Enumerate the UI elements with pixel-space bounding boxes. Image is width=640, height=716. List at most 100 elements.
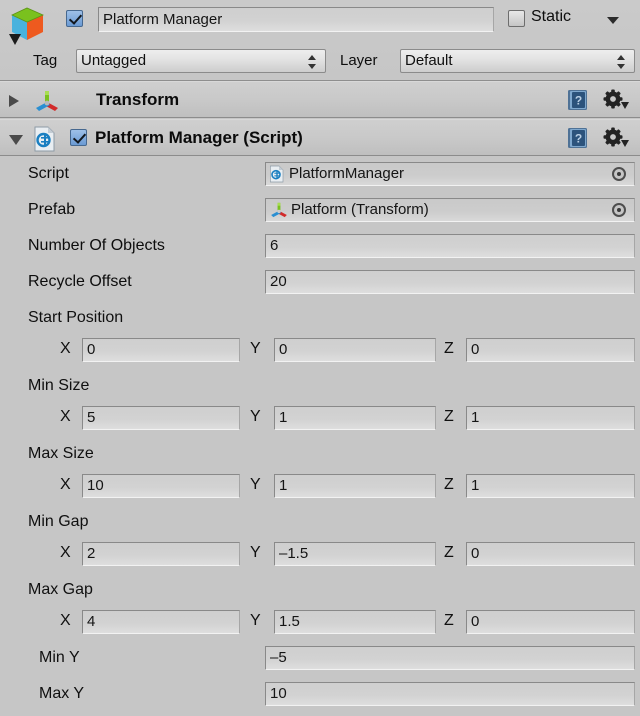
min-y-value: –5 <box>270 649 287 666</box>
updown-arrows-icon <box>308 54 317 70</box>
start-position-label: Start Position <box>28 309 124 326</box>
start-position-x-input[interactable]: 0 <box>82 338 240 362</box>
tag-dropdown[interactable]: Untagged <box>76 49 326 73</box>
static-dropdown-arrow-icon[interactable] <box>607 17 619 24</box>
axis-y-label: Y <box>250 612 261 629</box>
script-value: PlatformManager <box>289 165 405 182</box>
axis-y-label: Y <box>250 544 261 561</box>
axis-x-label: X <box>60 612 71 629</box>
component-header-platform-manager[interactable]: Platform Manager (Script) ? <box>0 119 640 156</box>
max-y-label: Max Y <box>39 685 85 702</box>
max-gap-x-input[interactable]: 4 <box>82 610 240 634</box>
layer-value: Default <box>405 52 453 69</box>
axis-y-label: Y <box>250 476 261 493</box>
value: 2 <box>87 545 96 562</box>
min-size-x-input[interactable]: 5 <box>82 406 240 430</box>
max-size-y-input[interactable]: 1 <box>274 474 436 498</box>
number-of-objects-input[interactable]: 6 <box>265 234 635 258</box>
start-position-y-input[interactable]: 0 <box>274 338 436 362</box>
min-y-label: Min Y <box>39 649 80 666</box>
updown-arrows-icon <box>617 54 626 70</box>
component-title: Transform <box>96 90 180 109</box>
gameobject-header: Platform Manager Static Tag Untagged Lay… <box>0 0 640 81</box>
transform-axis-icon <box>33 89 61 113</box>
min-size-y-input[interactable]: 1 <box>274 406 436 430</box>
min-gap-y-input[interactable]: –1.5 <box>274 542 436 566</box>
csharp-script-icon <box>269 165 285 183</box>
number-of-objects-label: Number Of Objects <box>28 237 165 254</box>
max-y-input[interactable]: 10 <box>265 682 635 706</box>
script-object-field[interactable]: PlatformManager <box>265 162 635 186</box>
layer-dropdown[interactable]: Default <box>400 49 635 73</box>
max-gap-label: Max Gap <box>28 581 93 598</box>
prefab-label: Prefab <box>28 201 76 218</box>
static-checkbox[interactable] <box>508 10 525 31</box>
recycle-offset-value: 20 <box>270 273 287 290</box>
axis-z-label: Z <box>444 340 454 357</box>
axis-x-label: X <box>60 476 71 493</box>
axis-z-label: Z <box>444 612 454 629</box>
checkbox-box <box>66 10 83 27</box>
component-title: Platform Manager (Script) <box>95 128 303 147</box>
help-book-icon[interactable]: ? <box>566 88 590 112</box>
value: 10 <box>87 477 104 494</box>
axis-x-label: X <box>60 340 71 357</box>
value: 1 <box>471 477 480 494</box>
transform-axis-icon <box>269 201 289 219</box>
static-label: Static <box>531 8 572 25</box>
gameobject-cube-icon[interactable] <box>6 4 50 48</box>
value: 1.5 <box>279 613 300 630</box>
value: 0 <box>471 341 480 358</box>
tag-value: Untagged <box>81 52 147 69</box>
component-enabled-checkbox[interactable] <box>70 129 87 150</box>
axis-y-label: Y <box>250 408 261 425</box>
gear-icon[interactable] <box>602 127 630 151</box>
value: 5 <box>87 409 96 426</box>
min-gap-x-input[interactable]: 2 <box>82 542 240 566</box>
value: –1.5 <box>279 545 309 562</box>
prefab-object-field[interactable]: Platform (Transform) <box>265 198 635 222</box>
prefab-value: Platform (Transform) <box>291 201 429 218</box>
value: 1 <box>279 409 288 426</box>
gameobject-enabled-checkbox[interactable] <box>66 10 83 31</box>
value: 1 <box>471 409 480 426</box>
tag-label: Tag <box>33 52 58 69</box>
value: 0 <box>471 613 480 630</box>
value: 0 <box>279 341 288 358</box>
max-size-z-input[interactable]: 1 <box>466 474 635 498</box>
value: 4 <box>87 613 96 630</box>
recycle-offset-input[interactable]: 20 <box>265 270 635 294</box>
checkbox-box <box>70 129 87 146</box>
number-of-objects-value: 6 <box>270 237 279 254</box>
min-y-input[interactable]: –5 <box>265 646 635 670</box>
foldout-arrow-icon[interactable] <box>9 95 19 107</box>
help-book-icon[interactable]: ? <box>566 126 590 150</box>
checkbox-box <box>508 10 525 27</box>
object-picker-icon[interactable] <box>612 167 626 181</box>
max-size-label: Max Size <box>28 445 94 462</box>
axis-y-label: Y <box>250 340 261 357</box>
foldout-arrow-icon[interactable] <box>9 135 23 145</box>
svg-text:?: ? <box>575 94 582 108</box>
axis-x-label: X <box>60 544 71 561</box>
gear-icon[interactable] <box>602 89 630 113</box>
min-gap-z-input[interactable]: 0 <box>466 542 635 566</box>
max-gap-y-input[interactable]: 1.5 <box>274 610 436 634</box>
component-header-transform[interactable]: Transform ? <box>0 81 640 118</box>
csharp-script-icon <box>33 126 57 152</box>
min-gap-label: Min Gap <box>28 513 89 530</box>
axis-z-label: Z <box>444 544 454 561</box>
min-size-label: Min Size <box>28 377 90 394</box>
object-picker-icon[interactable] <box>612 203 626 217</box>
min-size-z-input[interactable]: 1 <box>466 406 635 430</box>
svg-text:?: ? <box>575 132 582 146</box>
axis-x-label: X <box>60 408 71 425</box>
gameobject-name-value: Platform Manager <box>103 10 223 28</box>
value: 1 <box>279 477 288 494</box>
max-size-x-input[interactable]: 10 <box>82 474 240 498</box>
max-gap-z-input[interactable]: 0 <box>466 610 635 634</box>
layer-label: Layer <box>340 52 378 69</box>
gameobject-name-input[interactable]: Platform Manager <box>98 7 494 32</box>
axis-z-label: Z <box>444 408 454 425</box>
start-position-z-input[interactable]: 0 <box>466 338 635 362</box>
